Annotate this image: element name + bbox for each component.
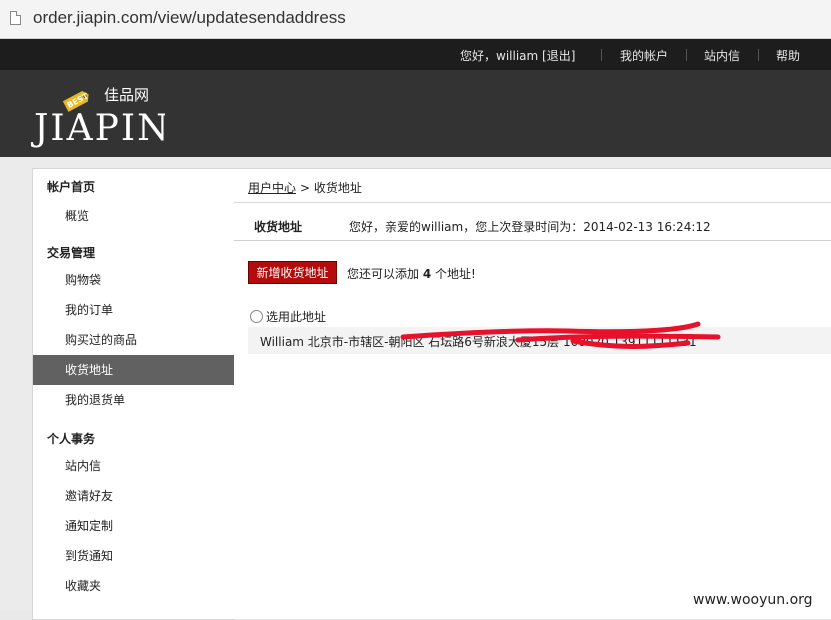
select-address-row[interactable]: 选用此地址	[250, 308, 326, 325]
sidebar-item-arrival-alerts[interactable]: 到货通知	[33, 541, 234, 571]
nav-divider	[686, 49, 687, 61]
breadcrumb-current: > 收货地址	[300, 181, 362, 195]
sidebar-item-notifications[interactable]: 通知定制	[33, 511, 234, 541]
sidebar-section-title: 个人事务	[47, 432, 96, 446]
help-link[interactable]: 帮助	[776, 47, 800, 64]
sidebar-item-messages[interactable]: 站内信	[33, 451, 234, 481]
nav-divider	[758, 49, 759, 61]
sidebar-section-title: 交易管理	[47, 246, 96, 260]
svg-text:JIAPIN: JIAPIN	[30, 108, 165, 149]
address-radio[interactable]	[250, 310, 263, 323]
account-sidebar: 帐户首页 概览 交易管理 购物袋 我的订单 购买过的商品 收货地址 我的退货单 …	[32, 168, 235, 620]
redaction-scribble	[400, 321, 721, 349]
my-account-link[interactable]: 我的帐户	[620, 47, 668, 64]
svg-text:佳品网: 佳品网	[104, 86, 149, 104]
jiapin-logo[interactable]: BEST 佳品网 JIAPIN	[30, 78, 165, 150]
url-text[interactable]: order.jiapin.com/view/updatesendaddress	[33, 8, 346, 28]
address-entry: William 北京市-市辖区-朝阳区 石坛路6号新浪大厦15层 100020 …	[248, 321, 831, 354]
sidebar-section-title[interactable]: 帐户首页	[47, 178, 95, 195]
main-content: 用户中心 > 收货地址 收货地址 您好，亲爱的william，您上次登录时间为：…	[234, 168, 831, 619]
remaining-address-note: 您还可以添加 4 个地址!	[347, 267, 476, 281]
sidebar-item-invite[interactable]: 邀请好友	[33, 481, 234, 511]
sidebar-item-address[interactable]: 收货地址	[33, 355, 234, 385]
breadcrumb-user-center-link[interactable]: 用户中心	[248, 179, 296, 196]
sidebar-item-orders[interactable]: 我的订单	[33, 295, 234, 325]
sidebar-item-cart[interactable]: 购物袋	[33, 265, 234, 295]
page-body: 帐户首页 概览 交易管理 购物袋 我的订单 购买过的商品 收货地址 我的退货单 …	[0, 157, 831, 620]
sidebar-item-favorites[interactable]: 收藏夹	[33, 571, 234, 601]
messages-link[interactable]: 站内信	[704, 47, 740, 64]
sidebar-item-overview[interactable]: 概览	[33, 201, 234, 231]
browser-address-bar[interactable]: order.jiapin.com/view/updatesendaddress	[0, 0, 831, 39]
last-login-greeting: 您好，亲爱的william，您上次登录时间为：2014-02-13 16:24:…	[349, 220, 711, 234]
add-address-button[interactable]: 新增收货地址	[248, 261, 337, 284]
sidebar-item-returns[interactable]: 我的退货单	[33, 385, 234, 415]
site-header: BEST 佳品网 JIAPIN	[0, 70, 831, 157]
sidebar-item-purchased[interactable]: 购买过的商品	[33, 325, 234, 355]
nav-divider	[601, 49, 602, 61]
address-info-row: 收货地址 您好，亲爱的william，您上次登录时间为：2014-02-13 1…	[234, 213, 831, 241]
top-nav-bar: 您好，william [退出] 我的帐户 站内信 帮助	[0, 39, 831, 70]
remaining-count: 4	[422, 267, 432, 281]
watermark-text: www.wooyun.org	[693, 592, 813, 608]
section-title: 收货地址	[254, 220, 303, 234]
user-greeting-logout[interactable]: 您好，william [退出]	[460, 47, 575, 64]
breadcrumb: 用户中心 > 收货地址	[234, 169, 831, 203]
select-address-label: 选用此地址	[266, 310, 327, 324]
page-icon	[10, 11, 21, 25]
